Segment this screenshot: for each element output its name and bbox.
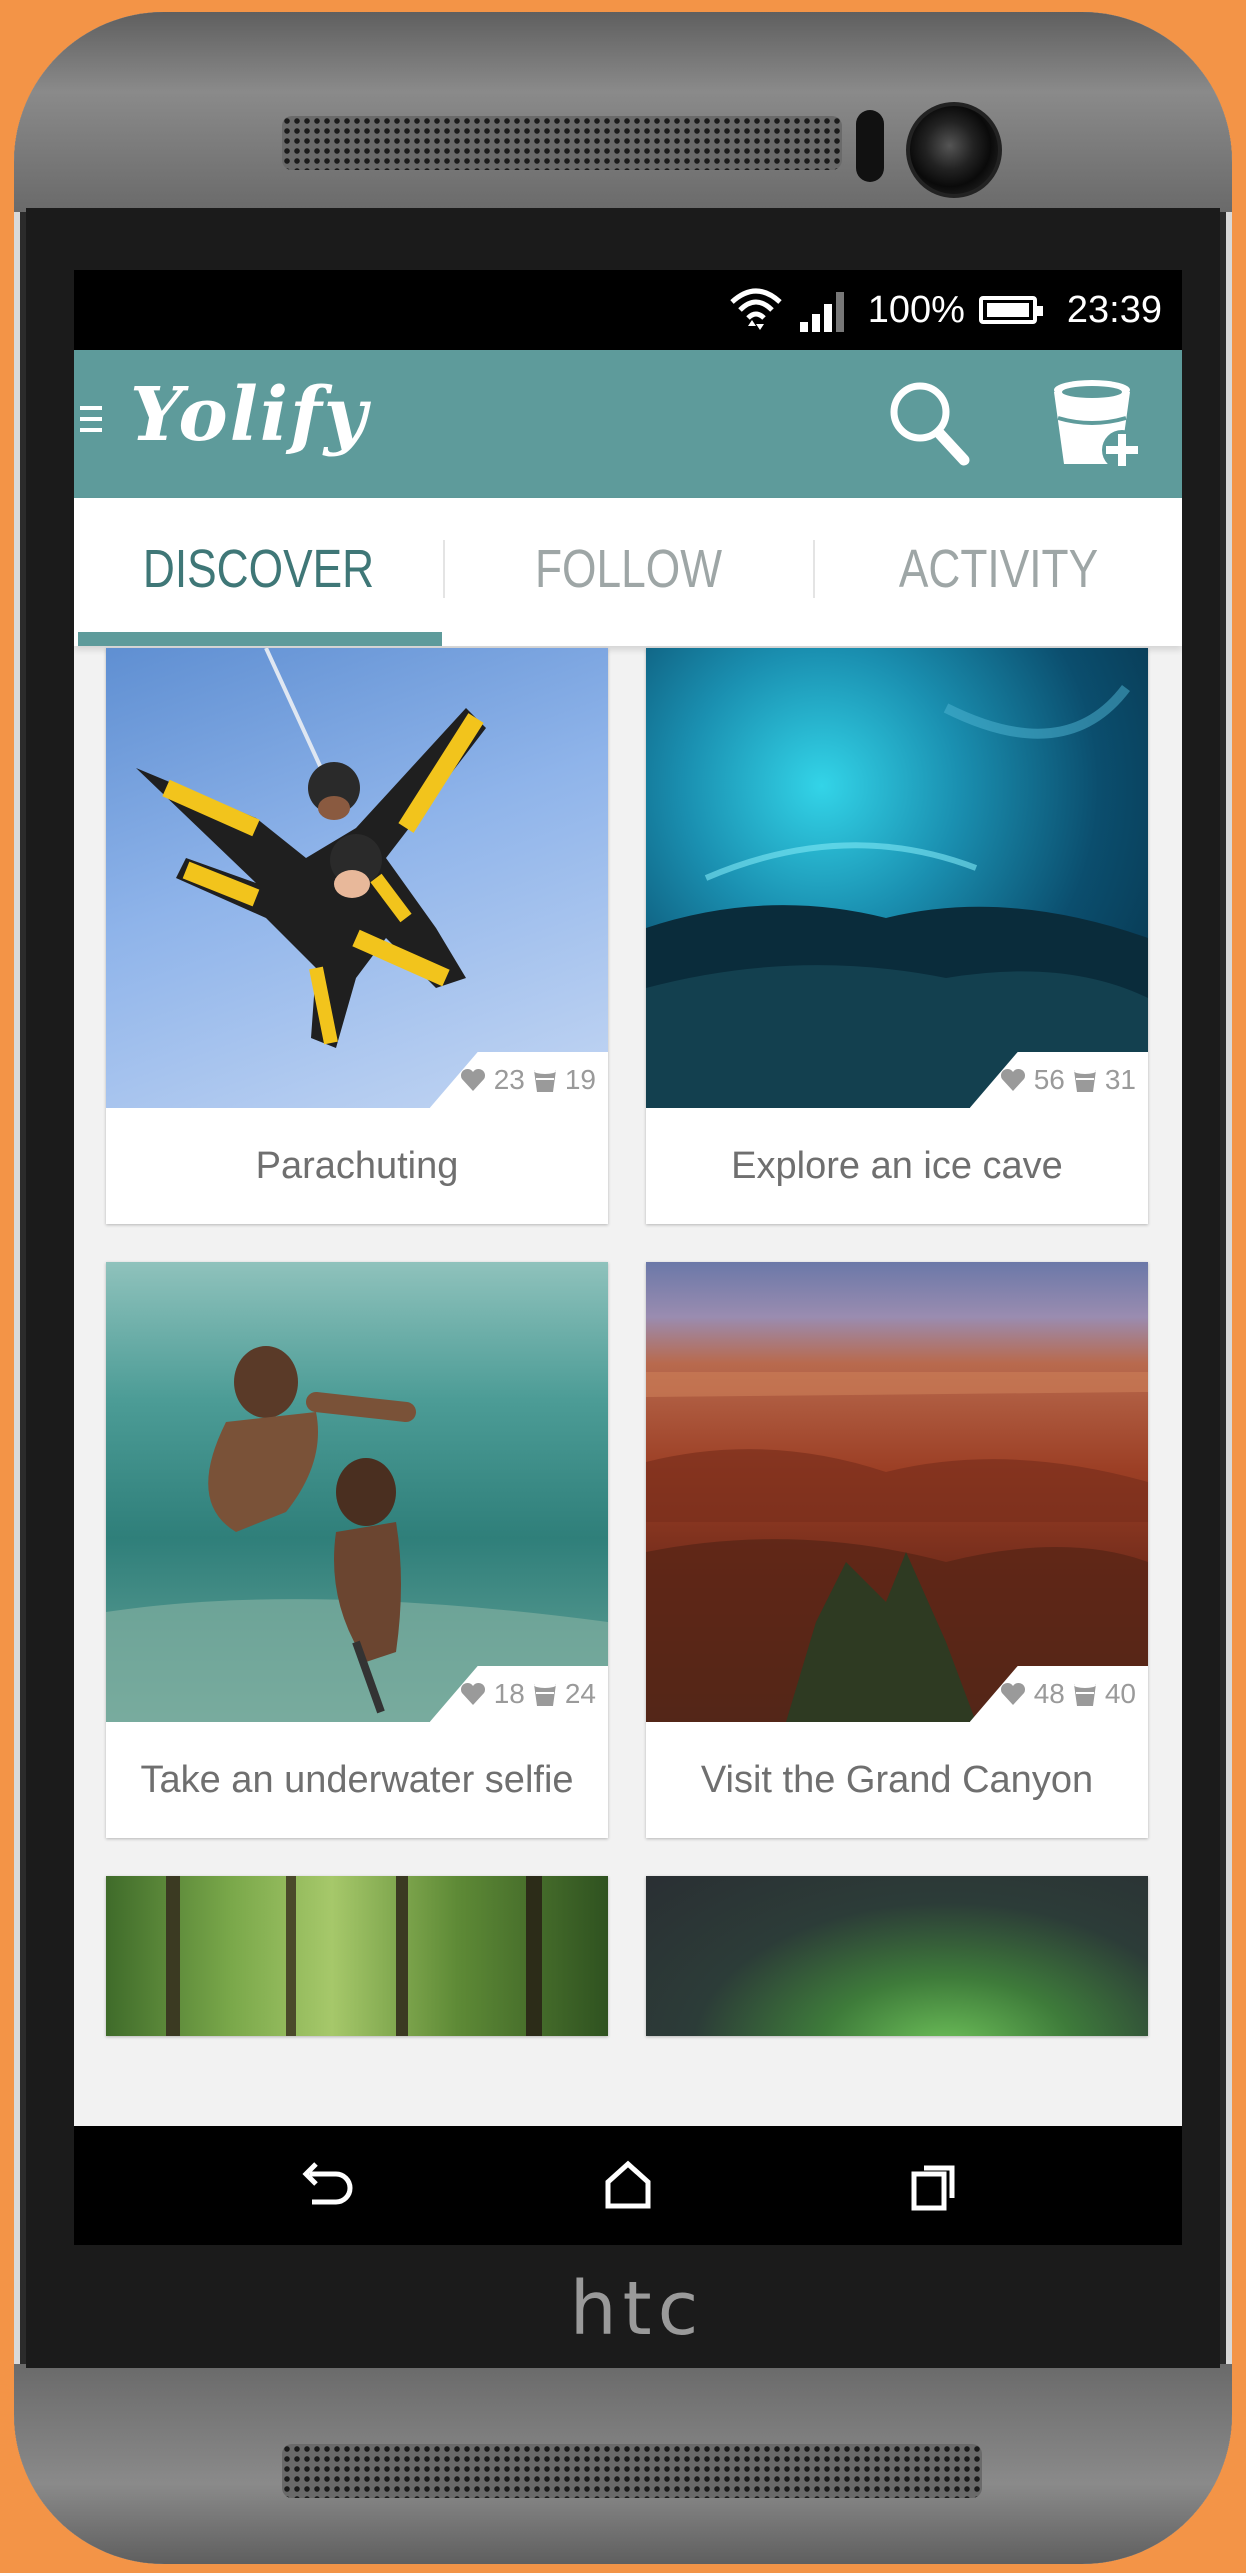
android-nav-bar (74, 2126, 1182, 2245)
bucket-add-icon[interactable] (1048, 374, 1144, 474)
card-forest[interactable] (106, 1876, 608, 2036)
card-image-underwater: 18 24 (106, 1262, 608, 1722)
device-brand-logo: htc (569, 2266, 705, 2352)
card-image-forest (106, 1876, 608, 2036)
buckets-count: 24 (564, 1678, 596, 1709)
likes-count: 18 (493, 1678, 525, 1709)
bucket-icon (533, 1068, 556, 1092)
tab-bar: DISCOVER FOLLOW ACTIVITY (74, 498, 1182, 646)
card-ice-cave[interactable]: 56 31 Explore an ice cave (646, 648, 1148, 1224)
underwater-illustration (106, 1346, 608, 1722)
wifi-icon (730, 288, 782, 330)
grand-canyon-illustration (646, 1372, 1148, 1722)
card-title: Explore an ice cave (731, 1145, 1063, 1187)
likes-count: 56 (1033, 1064, 1065, 1095)
menu-icon[interactable] (80, 406, 102, 436)
recents-icon[interactable] (906, 2156, 966, 2216)
status-icons: 100% 23:39 (728, 270, 1162, 350)
card-title: Visit the Grand Canyon (700, 1759, 1094, 1801)
bucket-icon (1073, 1068, 1096, 1092)
phone-screen: 100% 23:39 Yolify DISCOVER FOLLOW ACTIVI… (74, 270, 1182, 2245)
proximity-sensor (856, 110, 884, 182)
bucket-icon (533, 1682, 556, 1706)
card-title: Parachuting (255, 1145, 459, 1187)
parachuting-illustration (136, 648, 486, 1048)
tab-activity[interactable]: ACTIVITY (847, 498, 1150, 646)
buckets-count: 19 (564, 1064, 596, 1095)
tab-discover[interactable]: DISCOVER (107, 498, 410, 646)
card-title: Take an underwater selfie (140, 1759, 574, 1801)
card-image-grand-canyon: 48 40 (646, 1262, 1148, 1722)
card-aurora[interactable] (646, 1876, 1148, 2036)
search-icon[interactable] (884, 376, 970, 468)
top-speaker-grille (282, 116, 842, 170)
likes-count: 23 (493, 1064, 525, 1095)
heart-icon (1000, 1068, 1025, 1091)
card-image-aurora (646, 1876, 1148, 2036)
card-underwater-selfie[interactable]: 18 24 Take an underwater selfie (106, 1262, 608, 1838)
home-icon[interactable] (598, 2156, 658, 2216)
signal-icon (799, 292, 844, 332)
card-grand-canyon[interactable]: 48 40 Visit the Grand Canyon (646, 1262, 1148, 1838)
app-bar: Yolify (74, 350, 1182, 498)
battery-percent: 100% (867, 288, 965, 331)
app-logo: Yolify (130, 372, 369, 458)
card-image-parachuting: 23 19 (106, 648, 608, 1108)
heart-icon (1000, 1682, 1025, 1705)
card-parachuting[interactable]: 23 19 Parachuting (106, 648, 608, 1224)
bucket-icon (1073, 1682, 1096, 1706)
heart-icon (460, 1068, 485, 1091)
likes-count: 48 (1033, 1678, 1065, 1709)
battery-icon (978, 296, 1043, 324)
forest-illustration (166, 1876, 542, 2036)
status-bar: 100% 23:39 (74, 270, 1182, 350)
front-camera (906, 102, 1002, 198)
card-image-ice-cave: 56 31 (646, 648, 1148, 1108)
heart-icon (460, 1682, 485, 1705)
bottom-speaker-grille (282, 2444, 982, 2498)
phone-top-bezel (14, 12, 1232, 212)
buckets-count: 40 (1104, 1678, 1136, 1709)
ice-cave-illustration (646, 684, 1148, 1108)
tab-divider (443, 540, 445, 598)
status-time: 23:39 (1066, 288, 1162, 331)
back-icon[interactable] (296, 2156, 356, 2216)
tab-divider (813, 540, 815, 598)
tab-follow[interactable]: FOLLOW (477, 498, 780, 646)
active-tab-indicator (78, 632, 442, 646)
buckets-count: 31 (1104, 1064, 1136, 1095)
